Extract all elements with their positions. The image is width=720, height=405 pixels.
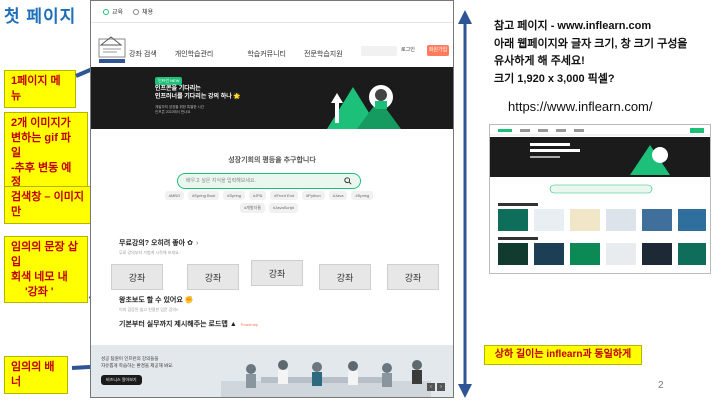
note-sentence-line: 임의의 문장 삽입 <box>11 241 78 268</box>
course-card[interactable]: 강좌 <box>187 264 239 290</box>
row1-title-text: 무료강의? 오히려 좋아 <box>119 240 186 247</box>
banner-line: 자유롭게 학습하는 환경을 제공해 봐요. <box>101 363 174 369</box>
vertical-double-arrow-icon <box>458 10 472 398</box>
topbar-tab-jobs[interactable]: 채용 <box>133 7 153 16</box>
promo-banner[interactable]: 성공 팀원이 인프런의 강의들을 자유롭게 학습하는 환경을 제공해 봐요. 비… <box>91 345 453 397</box>
course-card[interactable]: 강좌 <box>387 264 439 290</box>
note-sentence-line: 회색 네모 내 <box>11 270 68 283</box>
tag-chip[interactable]: #Spring <box>351 191 374 200</box>
leaf-icon <box>103 9 109 16</box>
note-gif-line: 변하는 gif 파일 <box>11 131 72 159</box>
tag-chip[interactable]: #MBO <box>164 191 185 200</box>
banner-button[interactable]: 비즈니스 알아보기 <box>101 375 142 385</box>
banner-next-button[interactable]: › <box>437 383 445 391</box>
sparkle-icon: ✿ <box>187 240 193 247</box>
topbar-tab-label: 교육 <box>112 10 124 16</box>
note-gif-line: 2개 이미지가 <box>11 117 71 129</box>
tag-chip[interactable]: #Python <box>302 191 325 200</box>
course-card[interactable]: 강좌 <box>319 264 371 290</box>
circle-icon <box>133 9 140 16</box>
search-input[interactable]: 배우고 싶은 지식을 입력해보세요. <box>177 173 361 189</box>
reference-line: 아래 웹페이지와 글자 크기, 창 크기 구성을 <box>494 37 688 50</box>
page-number: 2 <box>658 380 664 391</box>
search-icon[interactable] <box>344 177 352 185</box>
chevron-right-icon: › <box>195 240 199 247</box>
page-mockup: 교육 채용 강좌 검색 개인학습관리 학습커뮤니티 전문학습지원 로그인 회원가… <box>90 0 454 398</box>
row2-title[interactable]: 왕초보도 할 수 있어요 ✊ <box>119 295 193 305</box>
note-search: 검색창 – 이미지만 <box>4 186 92 224</box>
tag-chip[interactable]: #Spring <box>223 191 246 200</box>
mockup-topbar: 교육 채용 <box>91 1 453 23</box>
reference-line: 유사하게 해 주세요! <box>494 55 585 68</box>
banner-prev-button[interactable]: ‹ <box>427 383 435 391</box>
note-sentence: 임의의 문장 삽입 회색 네모 내 '강좌 ' <box>4 236 88 304</box>
slide-title: 첫 페이지 <box>4 7 77 26</box>
tag-chip[interactable]: #JPA <box>249 191 267 200</box>
course-card[interactable]: 강좌 <box>251 260 303 286</box>
hero-description: 개발자의 성장을 위한 특별한 시간 인프콘 2022에서 만나요 <box>155 105 204 116</box>
tag-chip[interactable]: #Spring Boot <box>188 191 220 200</box>
logo-icon[interactable] <box>97 35 129 65</box>
roadmap-badge: Roadmap <box>240 322 259 327</box>
join-button[interactable]: 회원가입 <box>427 45 449 56</box>
nav-item-learning-manage[interactable]: 개인학습관리 <box>175 49 214 59</box>
tag-list: #MBO #Spring Boot #Spring #JPA #Front En… <box>153 191 385 213</box>
banner-text: 성공 팀원이 인프런의 강의들을 자유롭게 학습하는 환경을 제공해 봐요. <box>101 355 174 369</box>
note-gif: 2개 이미지가 변하는 gif 파일 -추후 변동 예정 <box>4 112 88 195</box>
nav-item-course-search[interactable]: 강좌 검색 <box>129 49 157 59</box>
reference-note: 참고 페이지 - www.inflearn.com 아래 웹페이지와 글자 크기… <box>494 18 687 88</box>
muscle-icon: ✊ <box>184 297 194 304</box>
hero-title-line: 인프러너를 기다리는 강의 하나 🌟 <box>155 94 241 101</box>
row2-title-text: 왕초보도 할 수 있어요 <box>119 297 183 304</box>
tag-chip[interactable]: #개발자들 <box>240 203 266 213</box>
hero-illustration-icon <box>327 85 401 129</box>
reference-screenshot <box>489 124 711 274</box>
course-card[interactable]: 강좌 <box>111 264 163 290</box>
hero-desc-line: 인프콘 2022에서 만나요 <box>155 110 191 115</box>
reference-url[interactable]: https://www.inflearn.com/ <box>508 99 653 114</box>
section-title: 성장기회의 평등을 추구합니다 <box>228 157 316 164</box>
tag-chip[interactable]: #Java <box>328 191 348 200</box>
row1-title[interactable]: 무료강의? 오히려 좋아 ✿ › <box>119 238 198 248</box>
tag-chip[interactable]: #JavaScript <box>269 203 298 213</box>
search-placeholder: 배우고 싶은 지식을 입력해보세요. <box>186 178 256 184</box>
nav-item-community[interactable]: 학습커뮤니티 <box>247 49 286 59</box>
row1-subtitle: 무료 강의부터 가볍게 시작해 보세요. <box>119 250 180 255</box>
nav-search-field[interactable] <box>361 46 397 56</box>
rocket-icon: ▲ <box>229 321 237 328</box>
hero-title: 인프콘을 기다리는 인프러너를 기다리는 강의 하나 🌟 <box>155 85 241 102</box>
reference-line: 크기 1,920 x 3,000 픽셀? <box>494 72 615 85</box>
banner-photo-icon <box>221 360 431 397</box>
reference-line: 참고 페이지 - www.inflearn.com <box>494 20 652 32</box>
height-note: 상하 길이는 inflearn과 동일하게 <box>484 345 642 365</box>
reference-screenshot-image-icon <box>490 125 710 273</box>
banner-line: 성공 팀원이 인프런의 강의들을 <box>101 356 159 361</box>
row2-subtitle: 이미 검증된 쉽고 친절한 입문 강의!! <box>119 307 179 312</box>
hero-title-line: 인프콘을 기다리는 <box>155 86 201 92</box>
hero-badge: 인프런 NEW <box>155 77 183 85</box>
topbar-tab-label: 채용 <box>142 10 154 16</box>
banner-nav: ‹ › <box>427 383 445 391</box>
note-sentence-line: '강좌 ' <box>25 285 54 298</box>
nav-item-expert-support[interactable]: 전문학습지원 <box>304 49 343 59</box>
row3-title-text: 기본부터 실무까지 제시해주는 로드맵 <box>119 321 228 328</box>
main-nav: 강좌 검색 개인학습관리 학습커뮤니티 전문학습지원 <box>129 49 361 59</box>
tag-chip[interactable]: #Front End <box>270 191 299 200</box>
hero-banner[interactable]: 인프런 NEW 인프콘을 기다리는 인프러너를 기다리는 강의 하나 🌟 개발자… <box>91 67 453 129</box>
row3-title[interactable]: 기본부터 실무까지 제시해주는 로드맵 ▲ Roadmap <box>119 319 258 329</box>
note-banner: 임의의 배너 <box>4 356 68 394</box>
topbar-tab-education[interactable]: 교육 <box>103 7 123 16</box>
note-menu: 1페이지 메뉴 <box>4 70 76 108</box>
login-link[interactable]: 로그인 <box>401 46 415 53</box>
